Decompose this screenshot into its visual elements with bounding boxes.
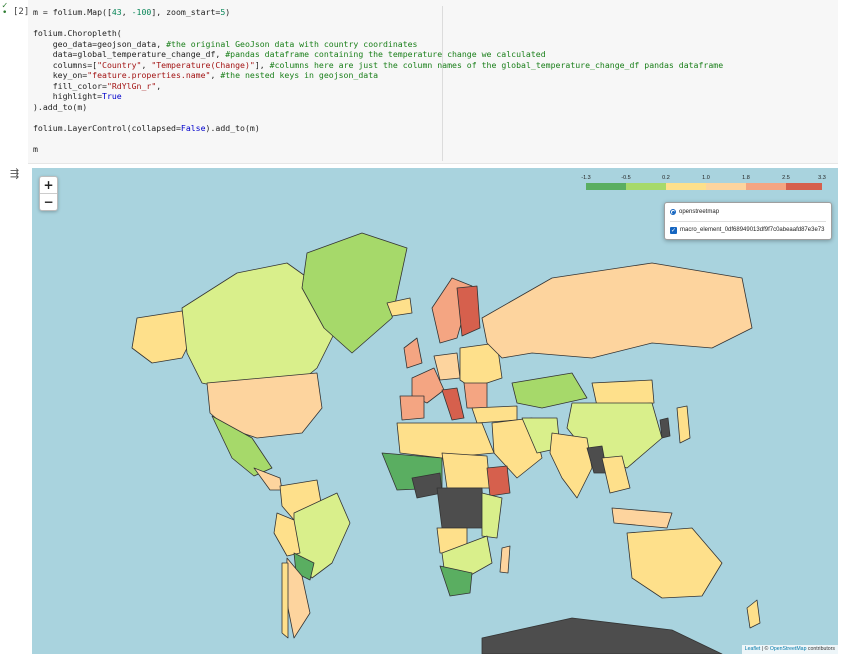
country-new-zealand: [746, 599, 761, 629]
country-central-africa: [436, 487, 485, 529]
country-madagascar: [499, 545, 511, 574]
country-australia: [626, 527, 723, 599]
layer-control[interactable]: openstreetmap ✓ macro_element_0df6894901…: [664, 202, 832, 240]
legend-tick: 3.3: [818, 175, 826, 181]
output-collapse-icon[interactable]: ⇶: [10, 168, 24, 180]
country-spain: [399, 395, 425, 421]
country-korea: [659, 417, 671, 439]
country-russia: [481, 262, 753, 359]
leaflet-link[interactable]: Leaflet: [745, 646, 761, 652]
country-east-africa: [481, 492, 503, 539]
legend-swatch: [586, 183, 626, 190]
choropleth-layer[interactable]: [32, 168, 838, 654]
legend-tick: 0.2: [662, 175, 670, 181]
code-text[interactable]: m = folium.Map([43, -100], zoom_start=5)…: [33, 7, 723, 154]
execution-count: [2]: [13, 7, 30, 17]
color-scale-legend: -1.3 -0.5 0.2 1.0 1.8 2.5 3.3: [581, 175, 826, 191]
legend-tick: 1.0: [702, 175, 710, 181]
legend-tick: 2.5: [782, 175, 790, 181]
radio-selected-icon[interactable]: [670, 209, 676, 215]
country-india: [549, 432, 593, 499]
country-ethiopia: [486, 465, 511, 497]
country-chile: [281, 562, 289, 639]
legend-swatch: [666, 183, 706, 190]
folium-map[interactable]: + − -1.3 -0.5 0.2 1.0 1.8 2.5 3.3 openst…: [32, 168, 838, 654]
legend-tick: 1.8: [742, 175, 750, 181]
legend-swatch: [786, 183, 822, 190]
osm-link[interactable]: OpenStreetMap: [770, 646, 807, 652]
zoom-control[interactable]: + −: [39, 176, 58, 211]
checkbox-checked-icon[interactable]: ✓: [670, 226, 677, 234]
country-antarctica: [481, 617, 723, 654]
country-central-america: [253, 467, 283, 491]
legend-tick: -1.3: [581, 175, 591, 181]
country-japan: [676, 405, 691, 444]
country-north-africa: [396, 422, 495, 459]
legend-tick: -0.5: [621, 175, 631, 181]
layer-control-divider: [670, 221, 826, 222]
country-balkans: [463, 382, 488, 409]
base-layer-option[interactable]: openstreetmap: [670, 207, 719, 217]
legend-swatch: [706, 183, 746, 190]
country-italy: [441, 387, 465, 421]
base-layer-label: openstreetmap: [679, 209, 720, 215]
country-uk: [403, 337, 423, 369]
legend-swatch: [626, 183, 666, 190]
zoom-in-button[interactable]: +: [40, 177, 57, 193]
overlay-layer-label: macro_element_0df68949013df9f7c0abeaafd8…: [680, 227, 825, 233]
map-attribution: Leaflet | © OpenStreetMap contributors: [741, 645, 838, 654]
zoom-out-button[interactable]: −: [40, 193, 57, 210]
country-mongolia: [591, 379, 655, 407]
country-chad-sudan: [441, 452, 491, 489]
execution-check-icon: ✓ •: [2, 1, 8, 18]
overlay-layer-option[interactable]: ✓ macro_element_0df68949013df9f7c0abeaaf…: [670, 225, 824, 235]
code-editor[interactable]: m = folium.Map([43, -100], zoom_start=5)…: [28, 0, 838, 164]
code-cell[interactable]: ✓ • [2] m = folium.Map([43, -100], zoom_s…: [0, 0, 842, 165]
country-indonesia: [611, 507, 673, 529]
legend-swatch: [746, 183, 786, 190]
country-finland: [456, 285, 481, 337]
